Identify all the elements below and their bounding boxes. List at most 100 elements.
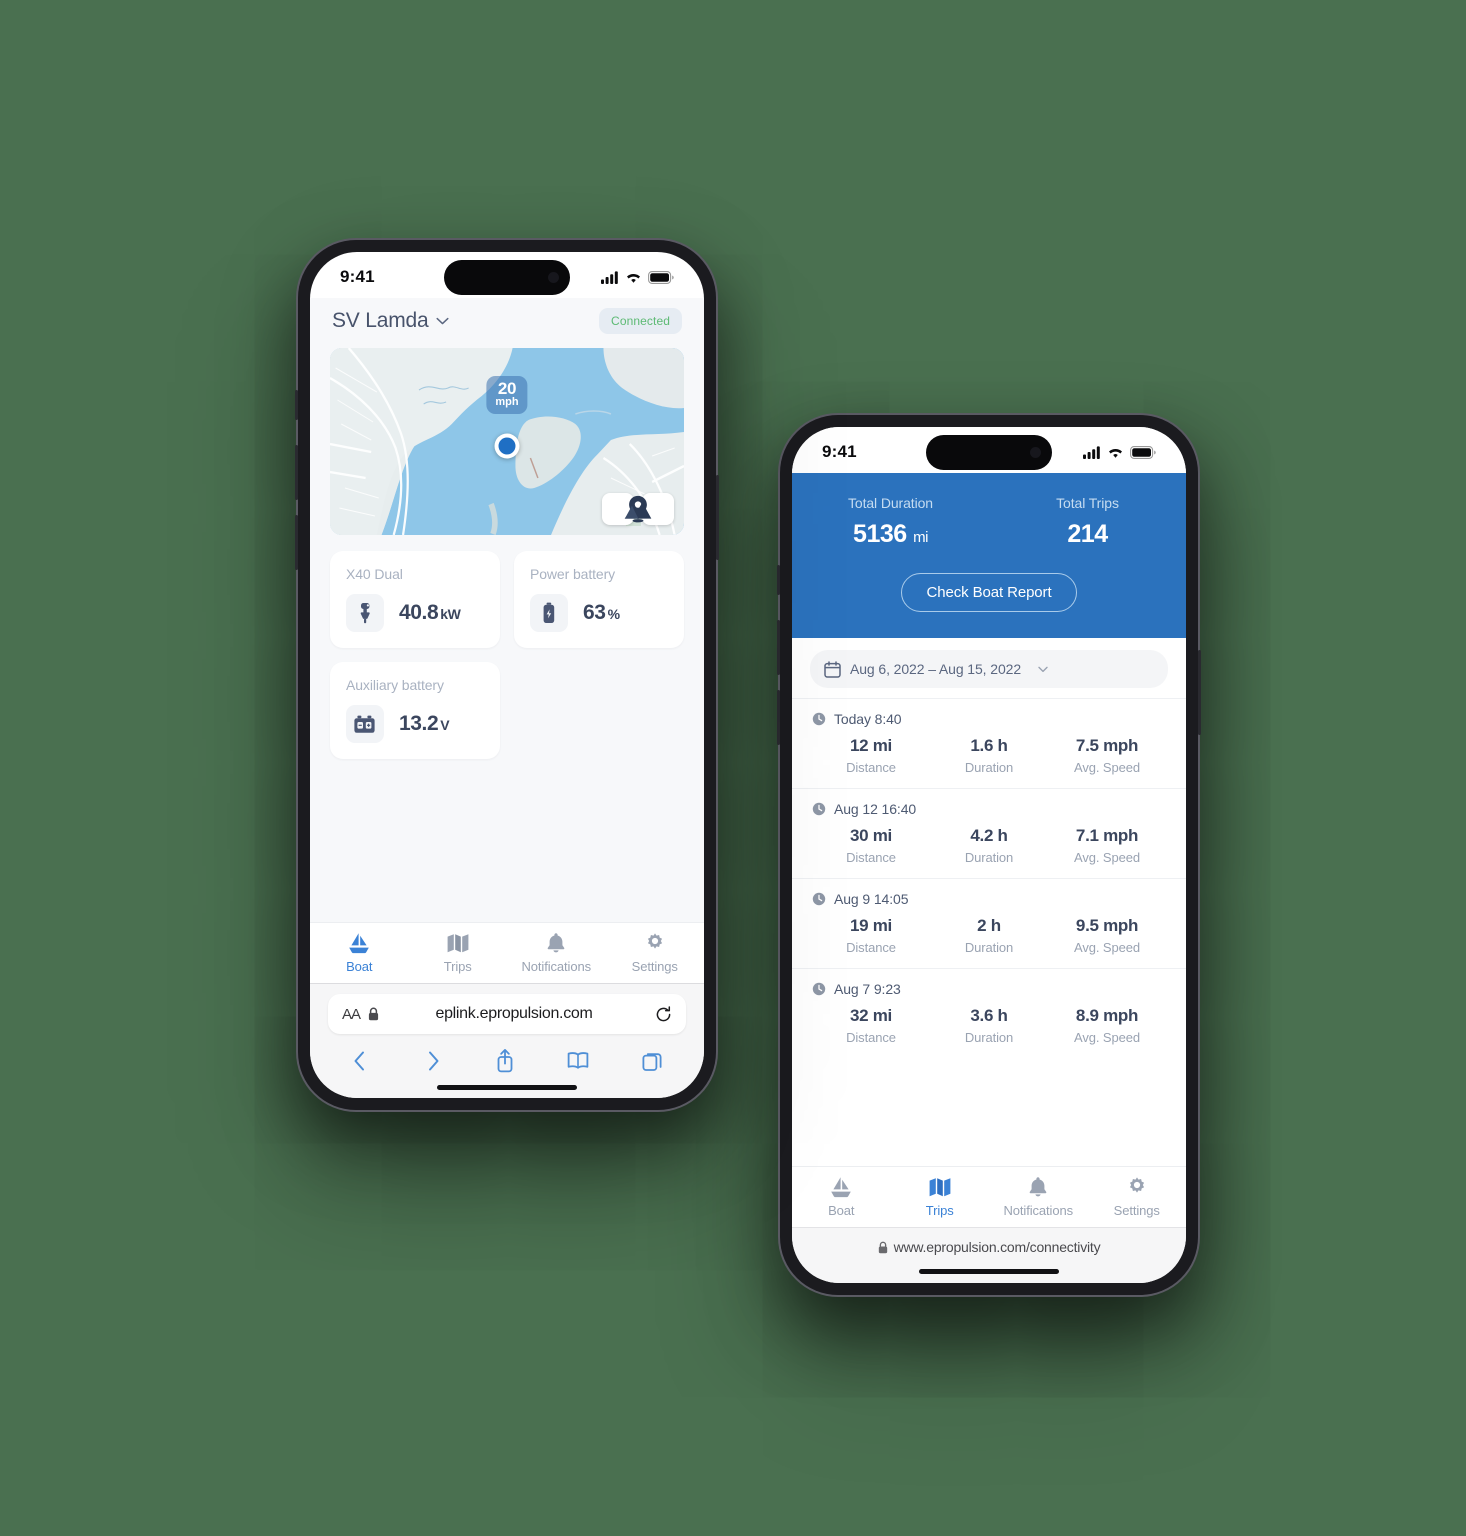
chevron-left-icon[interactable] xyxy=(349,1049,371,1073)
power-button[interactable] xyxy=(716,475,719,560)
home-indicator-bar xyxy=(919,1269,1059,1274)
volume-down-button[interactable] xyxy=(295,515,298,570)
trip-metrics: 12 mi Distance 1.6 h Duration 7.5 mph Av… xyxy=(812,736,1166,775)
wifi-icon xyxy=(1109,448,1122,458)
stat-card-auxiliary-battery[interactable]: Auxiliary battery 13.2 V xyxy=(330,662,500,759)
battery-icon xyxy=(1130,445,1156,459)
tab-settings[interactable]: Settings xyxy=(606,932,705,974)
share-icon[interactable] xyxy=(494,1048,516,1073)
lock-icon xyxy=(368,1007,379,1021)
safari-navigation xyxy=(310,1038,704,1077)
chevron-right-icon[interactable] xyxy=(422,1049,444,1073)
book-icon[interactable] xyxy=(566,1049,590,1073)
trip-metric-value: 30 mi xyxy=(850,826,892,845)
gear-icon xyxy=(647,933,662,949)
trip-metric-value: 19 mi xyxy=(850,916,892,935)
trip-metric-value: 4.2 h xyxy=(970,826,1008,845)
stat-card-value: 40.8 kW xyxy=(399,601,461,625)
safari-toolbar: AA eplink.epropulsion.com xyxy=(310,983,704,1038)
summary-stats: Total Duration 5136 mi Total Trips 214 xyxy=(792,495,1186,549)
trip-metric-value: 2 h xyxy=(977,916,1001,935)
trip-metric-label: Avg. Speed xyxy=(1074,850,1140,865)
stat-value-unit: kW xyxy=(440,606,461,622)
text-size-button[interactable]: AA xyxy=(342,1006,361,1023)
tab-label: Trips xyxy=(443,959,472,974)
stat-card-row: 40.8 kW xyxy=(346,594,484,632)
clock-icon xyxy=(812,712,826,726)
trip-metric-speed: 7.1 mph Avg. Speed xyxy=(1048,826,1166,865)
volume-down-button[interactable] xyxy=(777,690,780,745)
trip-list-item[interactable]: Today 8:40 12 mi Distance 1.6 h Duration xyxy=(792,698,1186,788)
map-folded-icon xyxy=(447,934,469,953)
trip-list-item[interactable]: Aug 7 9:23 32 mi Distance 3.6 h Duration xyxy=(792,968,1186,1058)
stat-value-unit: % xyxy=(607,606,620,622)
bell-icon xyxy=(547,933,565,953)
trip-metrics: 32 mi Distance 3.6 h Duration 8.9 mph Av… xyxy=(812,1006,1166,1045)
trip-time-text: Aug 9 14:05 xyxy=(834,891,909,907)
date-range-picker[interactable]: Aug 6, 2022 – Aug 15, 2022 xyxy=(810,650,1168,688)
summary-total-duration: Total Duration 5136 mi xyxy=(792,495,989,549)
tab-boat[interactable]: Boat xyxy=(310,932,409,974)
screenshot-stage: 9:41 SV Lamda Connected 20 mph X40 Dual … xyxy=(0,0,1466,1536)
tab-trips[interactable]: Trips xyxy=(891,1176,990,1218)
map-layers-button[interactable] xyxy=(624,493,674,525)
tab-trips[interactable]: Trips xyxy=(409,932,508,974)
speed-value: 20 xyxy=(497,379,517,398)
phone-screen-left: 9:41 SV Lamda Connected 20 mph X40 Dual … xyxy=(310,252,704,1098)
summary-total-trips: Total Trips 214 xyxy=(989,495,1186,549)
trip-metric-label: Distance xyxy=(846,1030,896,1045)
stat-card-label: Power battery xyxy=(530,566,616,582)
summary-value: 214 xyxy=(989,520,1186,549)
tab-label: Settings xyxy=(1113,1203,1160,1218)
battery-icon xyxy=(648,270,674,284)
tabs-icon[interactable] xyxy=(641,1049,665,1073)
trip-metric-label: Avg. Speed xyxy=(1074,940,1140,955)
mute-switch[interactable] xyxy=(777,565,780,595)
stat-card-motor[interactable]: X40 Dual 40.8 kW xyxy=(330,551,500,648)
stat-card-value: 63% xyxy=(583,601,620,625)
trip-metric-distance: 32 mi Distance xyxy=(812,1006,930,1045)
phone-device-boat-screen: 9:41 SV Lamda Connected 20 mph X40 Dual … xyxy=(295,240,719,1110)
tab-label: Trips xyxy=(925,1203,954,1218)
clock-icon xyxy=(812,982,826,996)
status-bar-indicators xyxy=(601,270,674,284)
trip-metric-label: Avg. Speed xyxy=(1074,1030,1140,1045)
safari-mini-address-bar[interactable]: www.epropulsion.com/connectivity xyxy=(792,1227,1186,1264)
tab-notifications[interactable]: Notifications xyxy=(507,932,606,974)
tab-settings[interactable]: Settings xyxy=(1088,1176,1187,1218)
stat-cards: X40 Dual 40.8 kW Power battery 63 % Auxi… xyxy=(310,535,704,759)
trip-metric-speed: 7.5 mph Avg. Speed xyxy=(1048,736,1166,775)
mute-switch[interactable] xyxy=(295,390,298,420)
gear-icon xyxy=(1129,1177,1144,1193)
status-bar-indicators xyxy=(1083,445,1156,459)
trip-list-item[interactable]: Aug 12 16:40 30 mi Distance 4.2 h Durati… xyxy=(792,788,1186,878)
trip-metrics: 19 mi Distance 2 h Duration 9.5 mph Avg.… xyxy=(812,916,1166,955)
tab-boat[interactable]: Boat xyxy=(792,1176,891,1218)
bell-icon xyxy=(1029,1177,1047,1197)
home-indicator-bar xyxy=(437,1085,577,1090)
power-button[interactable] xyxy=(1198,650,1201,735)
tab-label: Notifications xyxy=(521,959,591,974)
volume-up-button[interactable] xyxy=(295,445,298,500)
check-boat-report-button[interactable]: Check Boat Report xyxy=(901,573,1077,612)
map-view[interactable]: 20 mph xyxy=(330,348,684,535)
stat-card-label: X40 Dual xyxy=(346,566,403,582)
date-range-text: Aug 6, 2022 – Aug 15, 2022 xyxy=(850,661,1021,677)
stat-value-number: 63 xyxy=(583,601,606,624)
volume-up-button[interactable] xyxy=(777,620,780,675)
map-controls xyxy=(602,493,674,525)
trip-metric-value: 1.6 h xyxy=(970,736,1008,755)
trip-timestamp: Aug 12 16:40 xyxy=(812,801,1166,817)
trip-metrics: 30 mi Distance 4.2 h Duration 7.1 mph Av… xyxy=(812,826,1166,865)
boat-selector[interactable]: SV Lamda xyxy=(332,309,450,333)
trip-metric-distance: 12 mi Distance xyxy=(812,736,930,775)
address-bar[interactable]: AA eplink.epropulsion.com xyxy=(328,994,686,1034)
reload-icon xyxy=(656,1005,671,1021)
cellular-bars-icon xyxy=(601,270,618,284)
summary-unit: mi xyxy=(913,529,928,546)
stat-card-row: 63% xyxy=(530,594,668,632)
tab-notifications[interactable]: Notifications xyxy=(989,1176,1088,1218)
summary-value: 5136 mi xyxy=(792,520,989,549)
stat-card-power-battery[interactable]: Power battery 63% xyxy=(514,551,684,648)
trip-list-item[interactable]: Aug 9 14:05 19 mi Distance 2 h Duration xyxy=(792,878,1186,968)
